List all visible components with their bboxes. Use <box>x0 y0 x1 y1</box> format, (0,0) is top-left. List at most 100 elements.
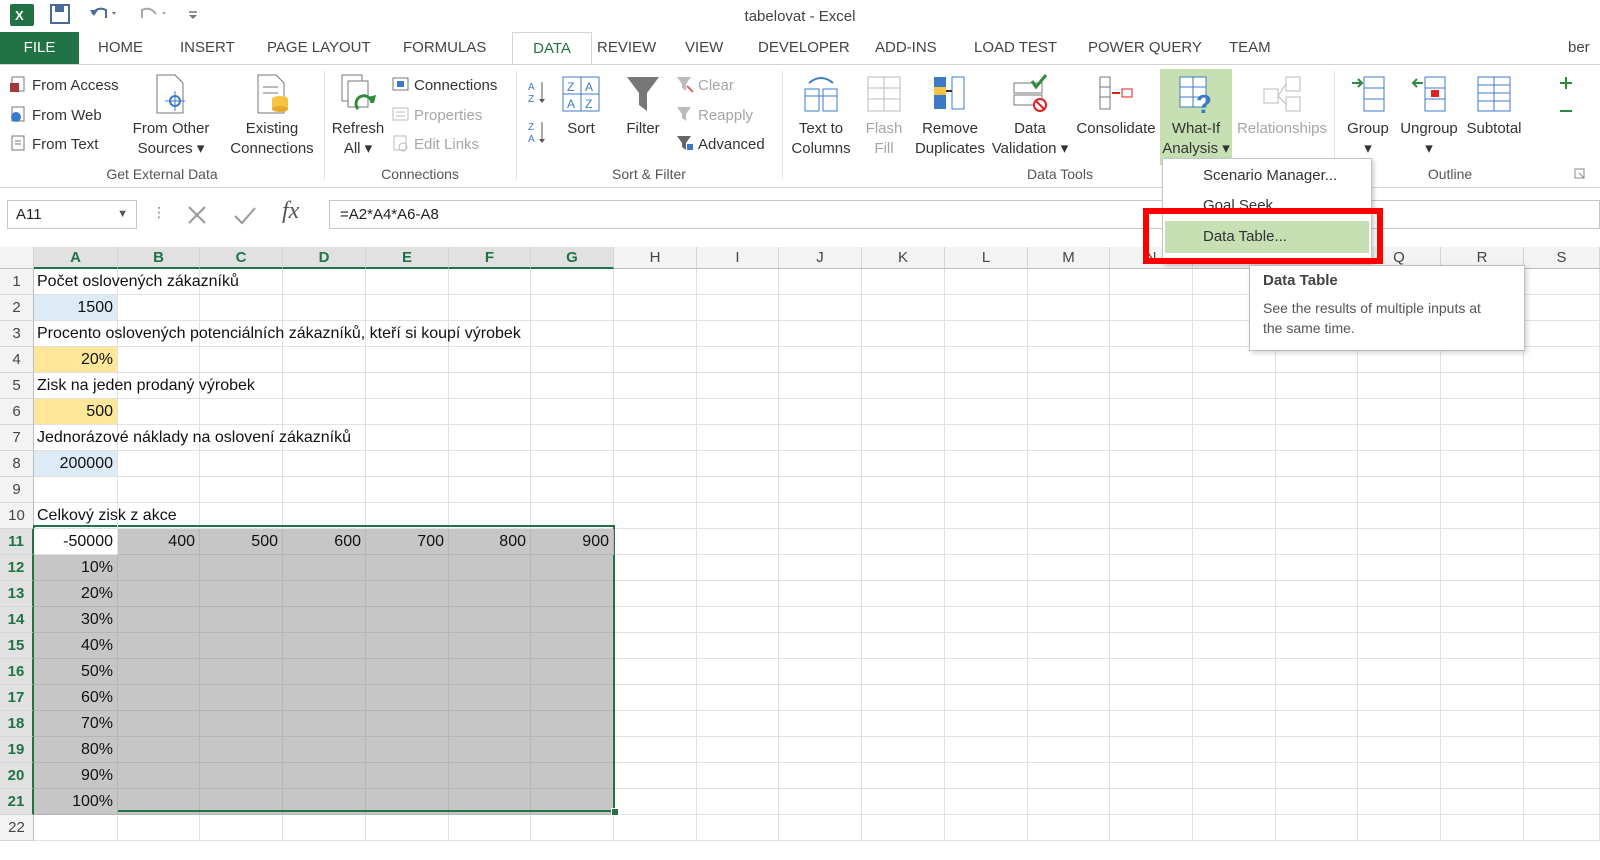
cell[interactable] <box>697 555 779 581</box>
cell[interactable] <box>1358 477 1441 503</box>
cell[interactable] <box>1524 737 1600 763</box>
cell[interactable] <box>779 347 862 373</box>
cell[interactable] <box>118 347 200 373</box>
cell-value[interactable]: Procento oslovených potenciálních zákazn… <box>34 321 521 347</box>
cell[interactable] <box>1441 399 1524 425</box>
cell[interactable] <box>614 737 697 763</box>
filter-button[interactable]: Filter <box>618 73 668 139</box>
cell[interactable] <box>531 425 614 451</box>
tab-add-ins[interactable]: ADD-INS <box>875 39 937 56</box>
cell[interactable] <box>283 685 366 711</box>
cell[interactable] <box>1276 607 1358 633</box>
cell[interactable] <box>366 451 449 477</box>
row-header[interactable]: 13 <box>0 581 34 607</box>
tab-team[interactable]: TEAM <box>1229 39 1271 56</box>
cell[interactable] <box>531 451 614 477</box>
cell[interactable] <box>1441 607 1524 633</box>
group-button[interactable]: Group ▾ <box>1340 73 1396 159</box>
cell[interactable] <box>449 425 531 451</box>
column-header[interactable]: G <box>531 247 614 269</box>
column-header[interactable]: A <box>34 247 118 269</box>
cell[interactable] <box>1110 685 1193 711</box>
cell[interactable] <box>200 581 283 607</box>
cell[interactable] <box>945 737 1028 763</box>
row-header[interactable]: 20 <box>0 763 34 789</box>
cell[interactable] <box>779 789 862 815</box>
cell[interactable] <box>945 529 1028 555</box>
cell[interactable] <box>366 763 449 789</box>
cell[interactable] <box>1193 399 1276 425</box>
sort-a-z-button[interactable]: AZ <box>526 79 548 109</box>
cell[interactable] <box>862 425 945 451</box>
cell[interactable] <box>1193 737 1276 763</box>
cell[interactable] <box>1193 425 1276 451</box>
cell[interactable] <box>1276 425 1358 451</box>
cell[interactable] <box>945 321 1028 347</box>
cell[interactable] <box>779 711 862 737</box>
cell[interactable] <box>449 659 531 685</box>
cell[interactable] <box>697 321 779 347</box>
cell[interactable] <box>945 503 1028 529</box>
cell[interactable] <box>118 295 200 321</box>
cell[interactable] <box>1028 425 1110 451</box>
cell[interactable] <box>531 763 614 789</box>
cell[interactable] <box>862 295 945 321</box>
cell[interactable] <box>118 737 200 763</box>
cell[interactable] <box>283 269 366 295</box>
cell[interactable] <box>862 737 945 763</box>
tab-page-layout[interactable]: PAGE LAYOUT <box>267 39 371 56</box>
cell[interactable] <box>1358 659 1441 685</box>
cell[interactable] <box>945 815 1028 841</box>
row-header[interactable]: 15 <box>0 633 34 659</box>
cell[interactable] <box>283 373 366 399</box>
row-header[interactable]: 2 <box>0 295 34 321</box>
row-header[interactable]: 7 <box>0 425 34 451</box>
cell[interactable] <box>1276 737 1358 763</box>
cell[interactable] <box>614 685 697 711</box>
row-header[interactable]: 5 <box>0 373 34 399</box>
cell[interactable] <box>118 477 200 503</box>
cell[interactable] <box>614 633 697 659</box>
cell[interactable] <box>366 347 449 373</box>
cell[interactable] <box>531 685 614 711</box>
cell[interactable] <box>862 659 945 685</box>
cell[interactable] <box>283 633 366 659</box>
cell[interactable] <box>1441 685 1524 711</box>
cell[interactable] <box>1276 477 1358 503</box>
from-web-button[interactable]: From Web <box>10 105 102 124</box>
cell[interactable] <box>862 685 945 711</box>
row-header[interactable]: 8 <box>0 451 34 477</box>
cell[interactable] <box>1441 529 1524 555</box>
cell[interactable] <box>1110 425 1193 451</box>
row-header[interactable]: 9 <box>0 477 34 503</box>
cell[interactable] <box>1110 789 1193 815</box>
cell[interactable] <box>366 711 449 737</box>
cell[interactable] <box>1441 555 1524 581</box>
cell[interactable] <box>118 685 200 711</box>
cell[interactable] <box>200 815 283 841</box>
tab-data[interactable]: DATA <box>512 32 592 65</box>
cell[interactable] <box>531 477 614 503</box>
cell[interactable] <box>1193 685 1276 711</box>
cell[interactable] <box>1028 685 1110 711</box>
cell[interactable] <box>1441 477 1524 503</box>
cell[interactable] <box>366 633 449 659</box>
edit-links-button[interactable]: Edit Links <box>392 134 479 153</box>
cell[interactable] <box>1028 659 1110 685</box>
name-box-dropdown-icon[interactable]: ▼ <box>117 201 128 228</box>
cell[interactable] <box>531 711 614 737</box>
cell-value[interactable]: -50000 <box>34 529 118 555</box>
cell[interactable] <box>614 295 697 321</box>
cell[interactable] <box>449 295 531 321</box>
cell[interactable] <box>200 503 283 529</box>
cell[interactable] <box>366 555 449 581</box>
cell[interactable] <box>200 399 283 425</box>
cell[interactable] <box>1358 503 1441 529</box>
cell[interactable] <box>449 555 531 581</box>
cell[interactable] <box>1441 425 1524 451</box>
cell[interactable] <box>1276 555 1358 581</box>
cell[interactable] <box>1028 555 1110 581</box>
cell[interactable] <box>531 347 614 373</box>
cell[interactable] <box>1441 451 1524 477</box>
enter-icon[interactable] <box>232 204 258 231</box>
